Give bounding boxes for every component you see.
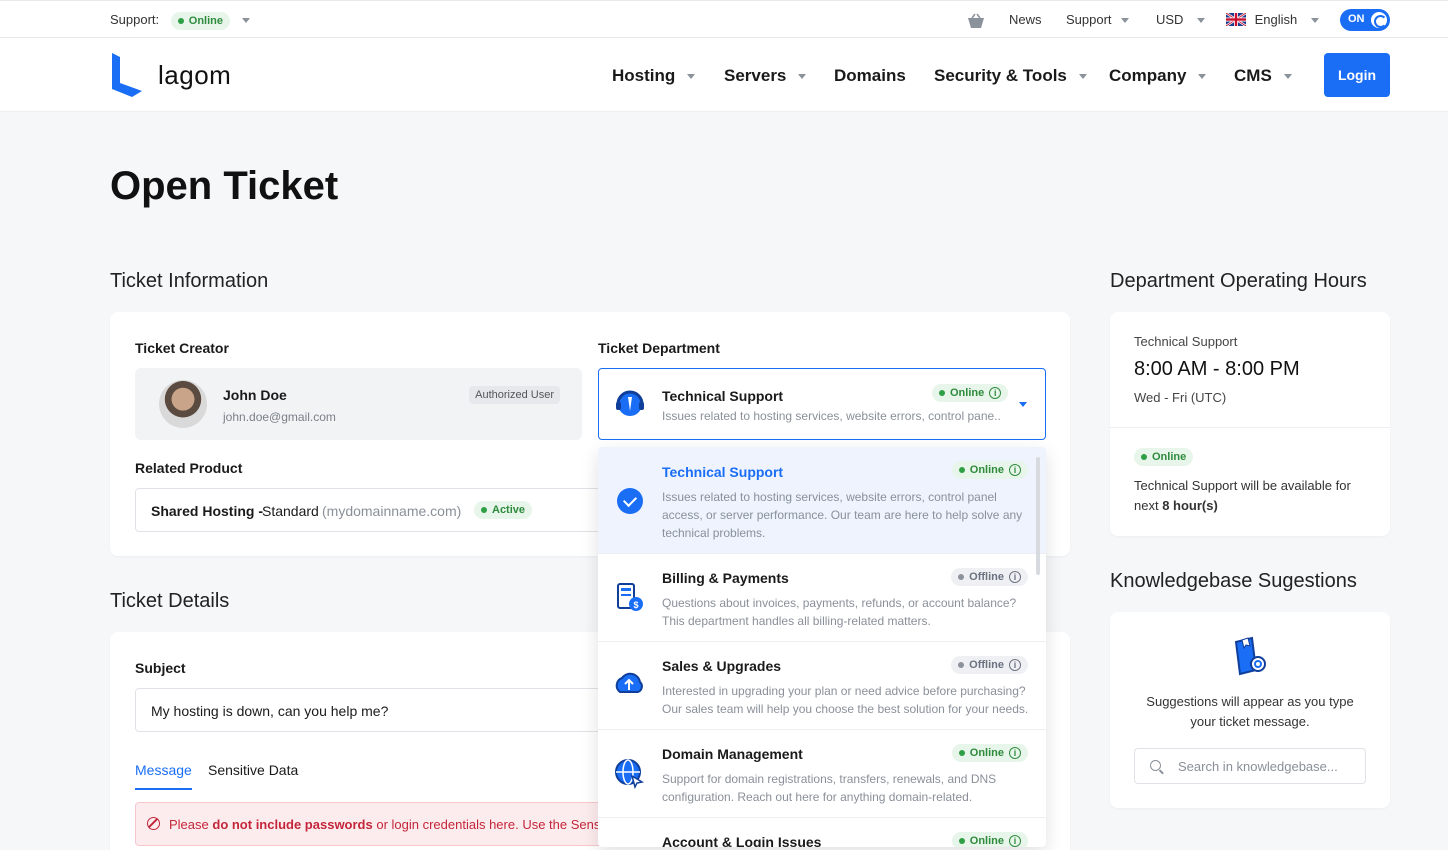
info-icon: i [1009,571,1021,583]
department-dropdown: Technical Support Online i Issues related… [598,447,1046,847]
dropdown-option-account-login[interactable]: Account & Login Issues Online i [598,818,1046,847]
knowledgebase-card: Suggestions will appear as you type your… [1110,612,1390,808]
hours-department: Technical Support [1134,334,1238,349]
info-icon: i [989,387,1002,399]
main-header: lagom Hosting Servers Domains Security &… [0,38,1448,112]
tab-sensitive-data[interactable]: Sensitive Data [208,762,298,778]
news-link[interactable]: News [1009,12,1042,27]
status-badge: Online i [932,384,1009,402]
avatar [159,380,207,428]
related-product-select[interactable]: Shared Hosting - Standard (mydomainname.… [135,488,605,532]
page-title: Open Ticket [110,164,339,208]
knowledgebase-icon [1234,636,1266,676]
info-icon: i [1009,835,1021,847]
subject-label: Subject [135,660,186,676]
dropdown-scrollbar[interactable] [1036,457,1040,575]
logo[interactable]: lagom [110,53,231,97]
domain-icon [615,759,645,790]
chevron-down-icon[interactable] [241,18,250,24]
status-badge: Active [474,501,533,519]
info-icon: i [1009,659,1021,671]
availability-text: Technical Support will be available for … [1134,478,1351,513]
status-badge: Online i [951,744,1028,762]
billing-icon: $ [617,583,643,611]
knowledgebase-search-input[interactable]: Search in knowledgebase... [1134,748,1366,784]
language-menu[interactable]: English [1225,11,1319,28]
ticket-department-label: Ticket Department [598,340,720,356]
support-status[interactable]: Support: Online [110,12,250,30]
password-warning-alert: Please do not include passwords or login… [135,802,616,846]
selected-department-desc: Issues related to hosting services, webs… [662,409,1002,423]
status-badge: Online [1134,448,1194,466]
sales-icon [615,672,643,693]
info-icon: i [1009,747,1021,759]
nav-hosting[interactable]: Hosting [612,66,696,86]
dropdown-option-technical-support[interactable]: Technical Support Online i Issues related… [598,447,1046,554]
hours-days: Wed - Fri (UTC) [1134,390,1227,405]
logo-mark-icon [112,53,142,97]
selected-department-title: Technical Support [662,388,784,404]
status-badge: Online i [951,832,1028,847]
product-plan: Standard [262,503,319,519]
uk-flag-icon [1225,11,1247,28]
chevron-down-icon [1197,18,1206,24]
status-badge: Offline i [951,656,1028,674]
related-product-label: Related Product [135,460,243,476]
nav-security-tools[interactable]: Security & Tools [934,66,1087,86]
warning-icon [147,817,160,830]
search-icon [1150,760,1161,771]
moon-icon [1371,12,1387,28]
authorized-user-badge: Authorized User [469,386,560,404]
hours-time: 8:00 AM - 8:00 PM [1134,358,1300,380]
operating-hours-heading: Department Operating Hours [1110,270,1367,292]
status-badge: Online i [951,461,1028,479]
chevron-down-icon [1310,18,1319,24]
dropdown-option-sales-upgrades[interactable]: Sales & Upgrades Offline i Interested in … [598,642,1046,730]
ticket-creator-label: Ticket Creator [135,340,229,356]
support-label: Support: [110,12,160,27]
knowledgebase-text: Suggestions will appear as you type your… [1146,694,1354,729]
status-badge: Online [170,12,231,30]
chevron-down-icon [1121,18,1130,24]
product-name: Shared Hosting - [151,503,264,519]
knowledgebase-heading: Knowledgebase Sugestions [1110,570,1357,592]
check-icon [617,488,643,514]
nav-servers[interactable]: Servers [724,66,807,86]
dropdown-option-billing-payments[interactable]: $ Billing & Payments Offline i Questions … [598,554,1046,642]
dark-mode-toggle[interactable]: ON [1340,9,1390,31]
department-select[interactable]: Technical Support Issues related to host… [598,368,1046,440]
creator-name: John Doe [223,387,287,403]
ticket-creator-box: John Doe john.doe@gmail.com Authorized U… [135,368,582,440]
svg-text:$: $ [633,600,638,610]
chevron-down-icon[interactable] [1019,402,1027,407]
operating-hours-card: Technical Support 8:00 AM - 8:00 PM Wed … [1110,312,1390,536]
ticket-information-heading: Ticket Information [110,270,269,292]
currency-menu[interactable]: USD [1156,12,1206,27]
divider [1110,427,1390,428]
creator-email: john.doe@gmail.com [223,410,336,424]
basket-icon[interactable] [966,13,986,29]
dropdown-option-domain-management[interactable]: Domain Management Online i Support for do… [598,730,1046,818]
nav-cms[interactable]: CMS [1234,66,1292,86]
nav-domains[interactable]: Domains [834,66,906,86]
login-button[interactable]: Login [1324,53,1390,97]
subject-input[interactable]: My hosting is down, can you help me? [135,688,605,732]
support-menu[interactable]: Support [1066,12,1130,27]
nav-company[interactable]: Company [1109,66,1207,86]
status-badge: Offline i [951,568,1028,586]
support-icon [616,390,644,416]
product-domain: (mydomainname.com) [322,503,462,519]
ticket-details-heading: Ticket Details [110,590,230,612]
tab-message[interactable]: Message [135,762,192,790]
info-icon: i [1009,464,1021,476]
top-bar: Support: Online News Support USD English… [0,0,1448,38]
